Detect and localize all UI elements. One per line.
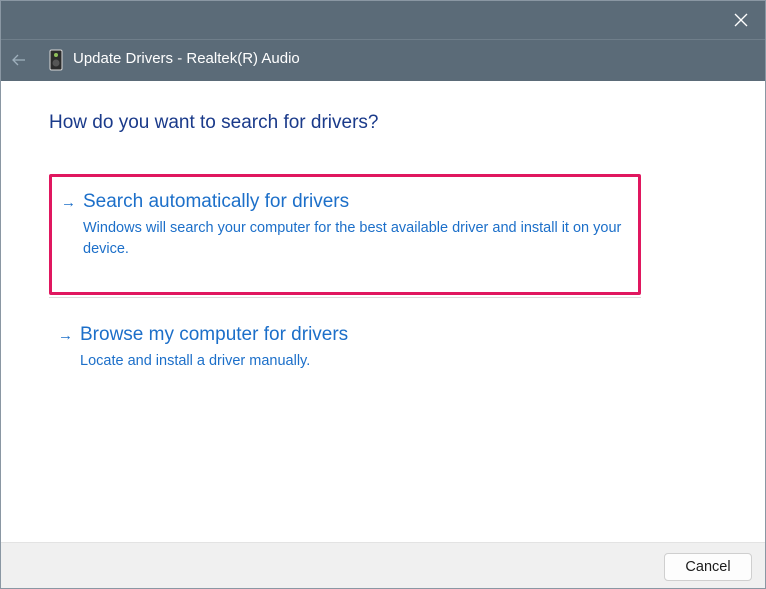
dialog-title: Update Drivers - Realtek(R) Audio <box>73 50 300 67</box>
browse-computer-option[interactable]: → Browse my computer for drivers Locate … <box>49 319 641 381</box>
search-automatically-option[interactable]: → Search automatically for drivers Windo… <box>49 174 641 295</box>
back-arrow-icon <box>12 54 25 66</box>
title-bar <box>1 1 765 39</box>
close-icon <box>734 13 748 27</box>
close-button[interactable] <box>723 5 759 35</box>
speaker-device-icon <box>49 49 63 71</box>
page-heading: How do you want to search for drivers? <box>49 112 379 133</box>
divider <box>49 297 641 298</box>
option-description: Locate and install a driver manually. <box>80 353 311 369</box>
back-button[interactable] <box>7 48 31 72</box>
arrow-right-icon: → <box>58 327 73 344</box>
option-description: Windows will search your computer for th… <box>83 220 622 257</box>
option-title: Browse my computer for drivers <box>80 324 349 345</box>
dialog-footer: Cancel <box>1 542 765 588</box>
cancel-button[interactable]: Cancel <box>664 553 752 581</box>
option-title: Search automatically for drivers <box>83 191 350 212</box>
update-drivers-dialog: Update Drivers - Realtek(R) Audio How do… <box>0 0 766 589</box>
arrow-right-icon: → <box>61 194 76 211</box>
dialog-header: Update Drivers - Realtek(R) Audio <box>1 39 765 81</box>
